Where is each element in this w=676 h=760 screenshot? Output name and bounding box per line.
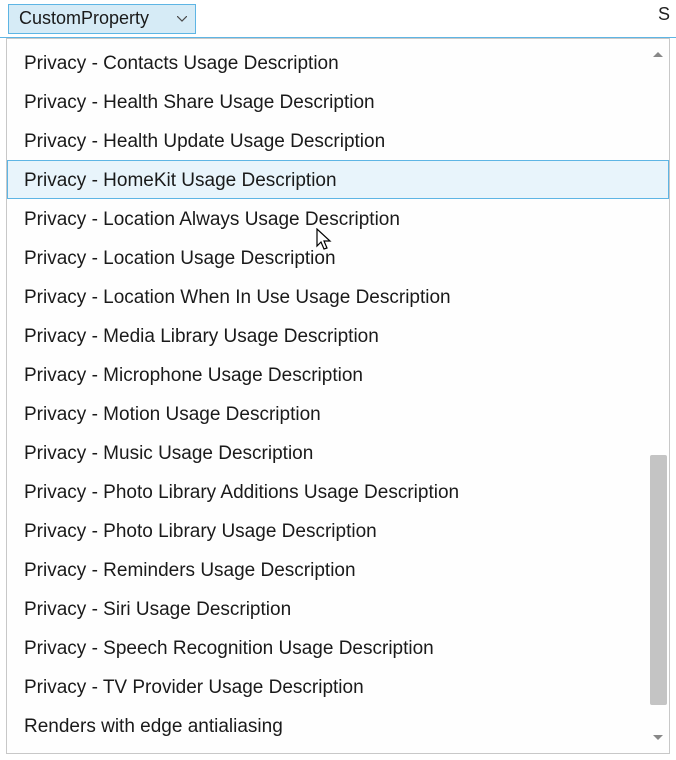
list-item[interactable]: Privacy - Photo Library Additions Usage … <box>7 472 669 511</box>
list-item[interactable]: Privacy - Siri Usage Description <box>7 589 669 628</box>
list-item[interactable]: Privacy - Contacts Usage Description <box>7 43 669 82</box>
scroll-down-icon[interactable] <box>649 729 667 747</box>
list-item[interactable]: Privacy - Music Usage Description <box>7 433 669 472</box>
chevron-down-icon <box>177 16 187 22</box>
property-combo-label: CustomProperty <box>19 8 149 29</box>
list-item[interactable]: Privacy - Health Update Usage Descriptio… <box>7 121 669 160</box>
scroll-up-icon[interactable] <box>649 45 667 63</box>
list-item[interactable]: Privacy - Media Library Usage Descriptio… <box>7 316 669 355</box>
topbar: CustomProperty S <box>0 0 676 38</box>
right-clipped-char: S <box>658 4 670 25</box>
list-item[interactable]: Privacy - Location When In Use Usage Des… <box>7 277 669 316</box>
list-item[interactable]: Privacy - Location Usage Description <box>7 238 669 277</box>
list-item[interactable]: Privacy - TV Provider Usage Description <box>7 667 669 706</box>
list-item[interactable]: Privacy - Microphone Usage Description <box>7 355 669 394</box>
property-combo[interactable]: CustomProperty <box>8 4 196 34</box>
list-item[interactable]: Renders with edge antialiasing <box>7 706 669 745</box>
scrollbar-thumb[interactable] <box>650 455 667 705</box>
list-item[interactable]: Privacy - Motion Usage Description <box>7 394 669 433</box>
list-item[interactable]: Privacy - HomeKit Usage Description <box>7 160 669 199</box>
list-item[interactable]: Privacy - Photo Library Usage Descriptio… <box>7 511 669 550</box>
dropdown-list[interactable]: Privacy - Contacts Usage Description Pri… <box>6 38 670 754</box>
dropdown-options: Privacy - Contacts Usage Description Pri… <box>7 39 669 749</box>
list-item[interactable]: Privacy - Health Share Usage Description <box>7 82 669 121</box>
list-item[interactable]: Privacy - Location Always Usage Descript… <box>7 199 669 238</box>
list-item[interactable]: Privacy - Speech Recognition Usage Descr… <box>7 628 669 667</box>
list-item[interactable]: Privacy - Reminders Usage Description <box>7 550 669 589</box>
